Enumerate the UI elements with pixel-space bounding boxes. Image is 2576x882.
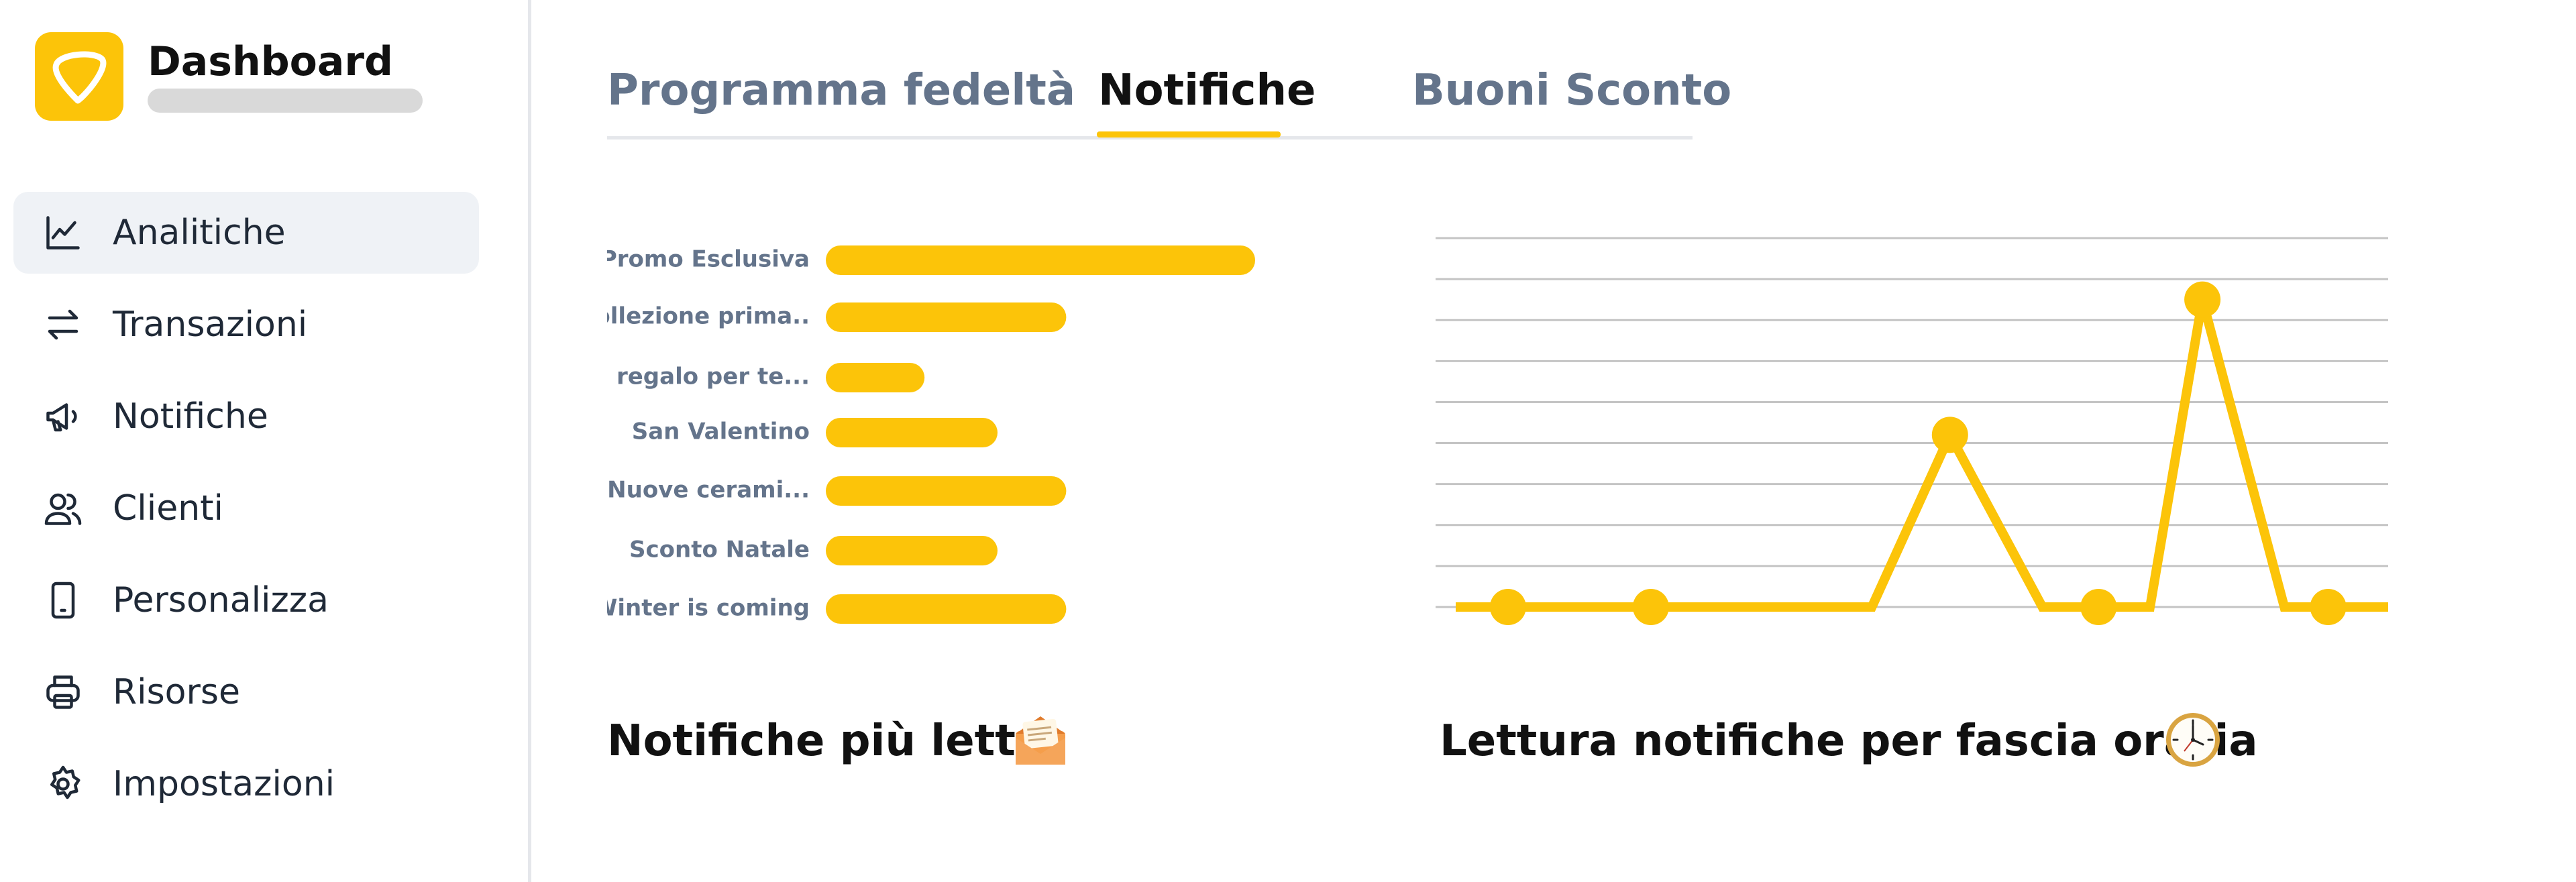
arrows-exchange-icon <box>42 303 85 346</box>
brand-title: Dashboard <box>148 38 393 85</box>
brand: Dashboard <box>35 32 423 121</box>
bar <box>826 363 925 392</box>
reading-by-time-slot-chart <box>1436 237 2388 625</box>
bar <box>826 536 998 565</box>
bar-label: Un regalo per te... <box>607 364 810 390</box>
sidebar-item-label: Analitiche <box>113 213 286 253</box>
data-point <box>1632 589 1669 625</box>
logo-icon <box>52 51 107 104</box>
bar-label: Collezione prima.. <box>607 303 810 330</box>
series-line <box>1456 298 2388 612</box>
most-read-notifications-chart: Promo Esclusiva Collezione prima.. Un rega… <box>607 245 1255 624</box>
bar <box>826 418 998 447</box>
chart-line-icon <box>42 211 85 254</box>
tab-buoni-sconto[interactable]: Buoni Sconto <box>1412 66 1731 115</box>
smartphone-icon <box>42 579 85 622</box>
sidebar-item-clienti[interactable]: Clienti <box>13 467 479 549</box>
envelope-letter-icon <box>1012 711 1069 771</box>
clock-icon <box>2164 711 2222 771</box>
bar <box>826 245 1255 275</box>
sidebar: Dashboard Analitiche Transazioni Notific… <box>0 0 531 882</box>
bar-label: Winter is coming <box>607 595 810 622</box>
active-tab-indicator <box>1097 131 1281 137</box>
data-point <box>2080 589 2117 625</box>
bar-label: San Valentino <box>632 419 810 445</box>
sidebar-item-label: Transazioni <box>113 305 308 345</box>
bar <box>826 302 1067 332</box>
time-slot-title: Lettura notifiche per fascia oraria <box>1440 716 2258 766</box>
gear-icon <box>42 763 85 806</box>
data-point <box>2184 281 2221 318</box>
sidebar-item-label: Notifiche <box>113 396 268 437</box>
sidebar-item-impostazioni[interactable]: Impostazioni <box>13 743 479 825</box>
brand-subtitle-placeholder <box>148 89 423 113</box>
tab-bar: Programma fedeltà Notifiche Buoni Sconto <box>607 59 1731 140</box>
bar-label: Promo Esclusiva <box>607 246 810 273</box>
sidebar-item-label: Personalizza <box>113 580 329 620</box>
data-point <box>2310 589 2347 625</box>
sidebar-item-label: Risorse <box>113 672 240 712</box>
sidebar-nav: Analitiche Transazioni Notifiche Clienti… <box>13 192 479 835</box>
brand-logo[interactable] <box>35 32 123 121</box>
tab-programma-fedelta[interactable]: Programma fedeltà <box>607 66 1075 115</box>
sidebar-item-analitiche[interactable]: Analitiche <box>13 192 479 274</box>
sidebar-item-risorse[interactable]: Risorse <box>13 651 479 733</box>
printer-icon <box>42 671 85 714</box>
bar-label: Sconto Natale <box>629 537 810 563</box>
tab-notifiche[interactable]: Notifiche <box>1098 66 1316 115</box>
bar-label: Nuove cerami... <box>607 477 810 504</box>
sidebar-item-notifiche[interactable]: Notifiche <box>13 376 479 457</box>
sidebar-item-label: Clienti <box>113 488 223 529</box>
data-point <box>1489 589 1526 625</box>
bar <box>826 476 1067 506</box>
users-icon <box>42 487 85 530</box>
megaphone-icon <box>42 395 85 438</box>
bar <box>826 594 1067 624</box>
most-read-title: Notifiche più lette <box>607 716 1045 766</box>
sidebar-item-transazioni[interactable]: Transazioni <box>13 284 479 366</box>
data-point <box>1931 417 1968 453</box>
sidebar-item-label: Impostazioni <box>113 764 335 804</box>
sidebar-item-personalizza[interactable]: Personalizza <box>13 559 479 641</box>
